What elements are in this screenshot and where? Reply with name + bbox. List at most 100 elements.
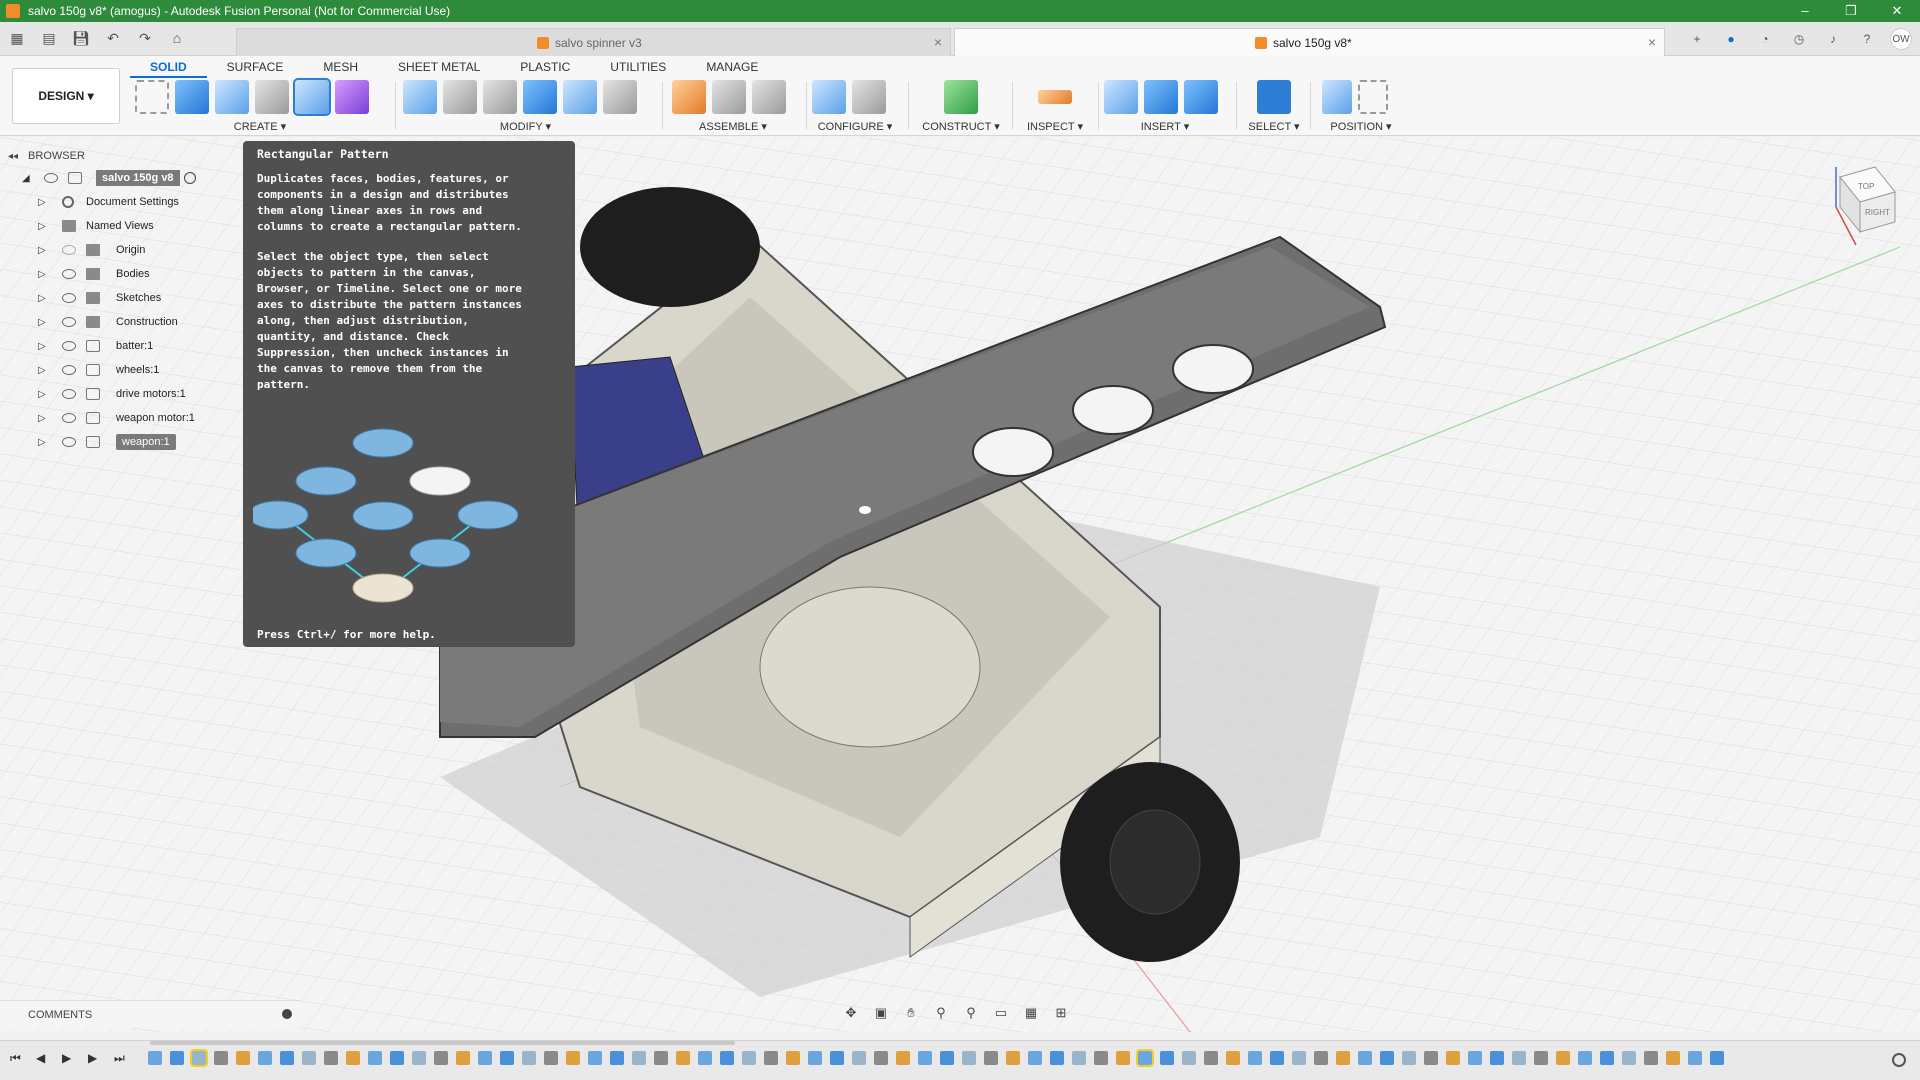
expand-triangle-icon[interactable]: ▷ [38,317,48,328]
timeline-feature-icon[interactable] [764,1051,778,1065]
shell-icon[interactable] [523,80,557,114]
activate-component-icon[interactable] [184,172,196,184]
timeline-feature-icon[interactable] [1556,1051,1570,1065]
create-sketch-icon[interactable] [135,80,169,114]
timeline-feature-icon[interactable] [1314,1051,1328,1065]
as-built-joint-icon[interactable] [752,80,786,114]
press-pull-icon[interactable] [403,80,437,114]
clock-icon[interactable]: ◷ [1788,28,1810,50]
timeline-scrollbar[interactable] [150,1041,735,1045]
step-back-icon[interactable]: ◀ [36,1051,48,1065]
timeline-feature-icon[interactable] [1226,1051,1240,1065]
timeline-feature-icon[interactable] [1204,1051,1218,1065]
timeline-feature-icon[interactable] [588,1051,602,1065]
timeline-feature-icon[interactable] [1336,1051,1350,1065]
timeline-feature-icon[interactable] [1292,1051,1306,1065]
timeline-feature-icon[interactable] [1644,1051,1658,1065]
move-copy-icon[interactable] [603,80,637,114]
expand-triangle-icon[interactable]: ▷ [38,245,48,256]
browser-item-construction[interactable]: ▷ Construction [0,310,245,334]
document-tab-salvo-150g[interactable]: salvo 150g v8* × [954,28,1665,56]
visibility-eye-icon[interactable] [62,437,76,447]
revolve-icon[interactable] [215,80,249,114]
timeline-feature-icon[interactable] [1072,1051,1086,1065]
browser-item-origin[interactable]: ▷ Origin [0,238,245,262]
job-status-icon[interactable]: ◔ [1754,28,1776,50]
restore-button[interactable]: ❐ [1828,0,1874,22]
tab-plastic[interactable]: PLASTIC [500,58,590,78]
apps-grid-icon[interactable]: ▦ [6,28,28,48]
expand-triangle-icon[interactable]: ▷ [38,437,48,448]
timeline-feature-icon[interactable] [962,1051,976,1065]
timeline-feature-icon[interactable] [412,1051,426,1065]
offset-plane-icon[interactable] [944,80,978,114]
timeline-feature-icon[interactable] [390,1051,404,1065]
undo-icon[interactable]: ↶ [102,28,124,48]
document-tab-salvo-spinner[interactable]: salvo spinner v3 × [236,28,951,56]
timeline-feature-icon[interactable] [1600,1051,1614,1065]
extensions-icon[interactable]: ● [1720,28,1742,50]
timeline-feature-icon[interactable] [1446,1051,1460,1065]
inspect-menu[interactable]: INSPECT ▾ [1020,120,1090,133]
expand-triangle-icon[interactable]: ▷ [38,365,48,376]
new-component-icon[interactable] [672,80,706,114]
minimize-button[interactable]: – [1782,0,1828,22]
timeline-feature-icon[interactable] [190,1049,208,1067]
timeline-feature-icon[interactable] [1182,1051,1196,1065]
timeline-feature-icon[interactable] [1622,1051,1636,1065]
browser-item-named-views[interactable]: ▷ Named Views [0,214,245,238]
timeline-feature-icon[interactable] [1050,1051,1064,1065]
browser-item-weapon-motor[interactable]: ▷ weapon motor:1 [0,406,245,430]
visibility-eye-icon[interactable] [62,389,76,399]
configure-table-icon[interactable] [812,80,846,114]
insert-canvas-icon[interactable] [1184,80,1218,114]
revert-position-icon[interactable] [1358,80,1388,114]
step-forward-icon[interactable]: ▶ [88,1051,100,1065]
expand-triangle-icon[interactable]: ▷ [38,389,48,400]
timeline-feature-icon[interactable] [1160,1051,1174,1065]
expand-triangle-icon[interactable]: ▷ [38,413,48,424]
notification-bell-icon[interactable]: ♪ [1822,28,1844,50]
timeline-feature-icon[interactable] [742,1051,756,1065]
timeline-feature-icon[interactable] [720,1051,734,1065]
timeline-feature-icon[interactable] [1424,1051,1438,1065]
timeline-feature-icon[interactable] [1358,1051,1372,1065]
insert-menu[interactable]: INSERT ▾ [1104,120,1226,133]
timeline-feature-icon[interactable] [1006,1051,1020,1065]
rectangular-pattern-icon[interactable] [293,78,331,116]
chamfer-icon[interactable] [483,80,517,114]
timeline-feature-icon[interactable] [566,1051,580,1065]
tab-manage[interactable]: MANAGE [686,58,778,78]
expand-triangle-icon[interactable]: ▷ [38,269,48,280]
timeline-feature-icon[interactable] [258,1051,272,1065]
timeline-feature-icon[interactable] [1666,1051,1680,1065]
timeline-feature-icon[interactable] [654,1051,668,1065]
browser-root-item[interactable]: ◢ salvo 150g v8 [0,166,245,190]
help-icon[interactable]: ? [1856,28,1878,50]
timeline-feature-icon[interactable] [1094,1051,1108,1065]
timeline-feature-icon[interactable] [522,1051,536,1065]
timeline-feature-icon[interactable] [456,1051,470,1065]
timeline-feature-icon[interactable] [368,1051,382,1065]
redo-icon[interactable]: ↷ [134,28,156,48]
browser-item-bodies[interactable]: ▷ Bodies [0,262,245,286]
timeline-feature-icon[interactable] [676,1051,690,1065]
tab-surface[interactable]: SURFACE [207,58,304,78]
expand-triangle-icon[interactable]: ▷ [38,293,48,304]
configure-menu[interactable]: CONFIGURE ▾ [812,120,898,133]
expand-triangle-icon[interactable]: ▷ [38,341,48,352]
browser-item-batter[interactable]: ▷ batter:1 [0,334,245,358]
browser-item-document-settings[interactable]: ▷ Document Settings [0,190,245,214]
measure-icon[interactable] [1038,90,1072,104]
expand-triangle-icon[interactable]: ▷ [38,221,48,232]
browser-header[interactable]: ◂◂ BROWSER [0,146,245,166]
add-comment-icon[interactable] [282,1009,292,1019]
timeline-feature-icon[interactable] [984,1051,998,1065]
visibility-eye-icon[interactable] [62,245,76,255]
combine-icon[interactable] [563,80,597,114]
zoom-window-icon[interactable]: ⚲ [962,1005,980,1021]
timeline-feature-icon[interactable] [852,1051,866,1065]
select-menu[interactable]: SELECT ▾ [1248,120,1300,133]
timeline-feature-icon[interactable] [1248,1051,1262,1065]
timeline-feature-icon[interactable] [478,1051,492,1065]
